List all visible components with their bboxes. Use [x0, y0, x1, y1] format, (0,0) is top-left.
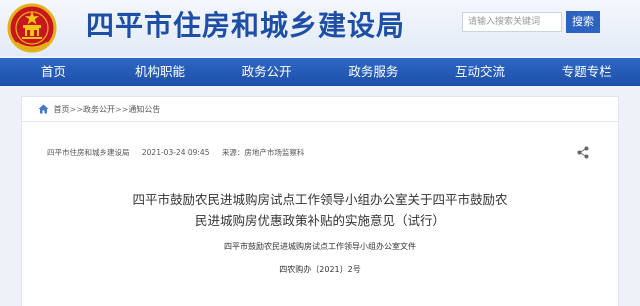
article-panel: 首页>>政务公开>>通知公告 四平市住房和城乡建设局 2021-03-24 09… — [21, 96, 619, 306]
article-datetime: 2021-03-24 09:45 — [141, 148, 210, 157]
site-header: 四平市住房和城乡建设局 搜索 — [0, 0, 640, 56]
article-meta: 四平市住房和城乡建设局 2021-03-24 09:45 来源：房地产市场监察科 — [47, 147, 314, 159]
document-number: 四农购办〔2021〕2号 — [279, 265, 361, 274]
document-issuer: 四平市鼓励农民进城购房试点工作领导小组办公室文件 — [224, 242, 416, 251]
article-source: 四平市住房和城乡建设局 — [47, 148, 130, 157]
nav-item-special-topics[interactable]: 专题专栏 — [533, 58, 640, 86]
breadcrumb-separator: >> — [69, 105, 83, 114]
share-icon[interactable] — [577, 146, 589, 159]
breadcrumb-divider — [22, 121, 618, 122]
site-title: 四平市住房和城乡建设局 — [86, 9, 406, 42]
national-emblem-icon — [7, 3, 57, 53]
article-title-line-1: 四平市鼓励农民进城购房试点工作领导小组办公室关于四平市鼓励农 — [132, 192, 508, 207]
nav-item-home[interactable]: 首页 — [0, 58, 107, 86]
search-button[interactable]: 搜索 — [566, 11, 600, 33]
breadcrumb-home[interactable]: 首页 — [54, 105, 70, 114]
nav-item-gov-services[interactable]: 政务服务 — [320, 58, 427, 86]
breadcrumb-public-affairs[interactable]: 政务公开 — [83, 105, 115, 114]
nav-item-organization[interactable]: 机构职能 — [107, 58, 214, 86]
main-nav: 首页 机构职能 政务公开 政务服务 互动交流 专题专栏 — [0, 58, 640, 86]
article-department: 来源：房地产市场监察科 — [221, 148, 305, 157]
nav-item-interaction[interactable]: 互动交流 — [427, 58, 534, 86]
breadcrumb-separator: >> — [114, 105, 129, 114]
nav-item-public-affairs[interactable]: 政务公开 — [213, 58, 320, 86]
article-title-line-2: 民进城购房优惠政策补贴的实施意见（试行） — [194, 213, 445, 228]
home-icon — [38, 104, 49, 114]
article-title: 四平市鼓励农民进城购房试点工作领导小组办公室关于四平市鼓励农 民进城购房优惠政策… — [22, 189, 618, 231]
search-input[interactable] — [462, 12, 562, 32]
breadcrumb-notices[interactable]: 通知公告 — [128, 105, 160, 114]
breadcrumb: 首页>>政务公开>>通知公告 — [38, 103, 160, 117]
